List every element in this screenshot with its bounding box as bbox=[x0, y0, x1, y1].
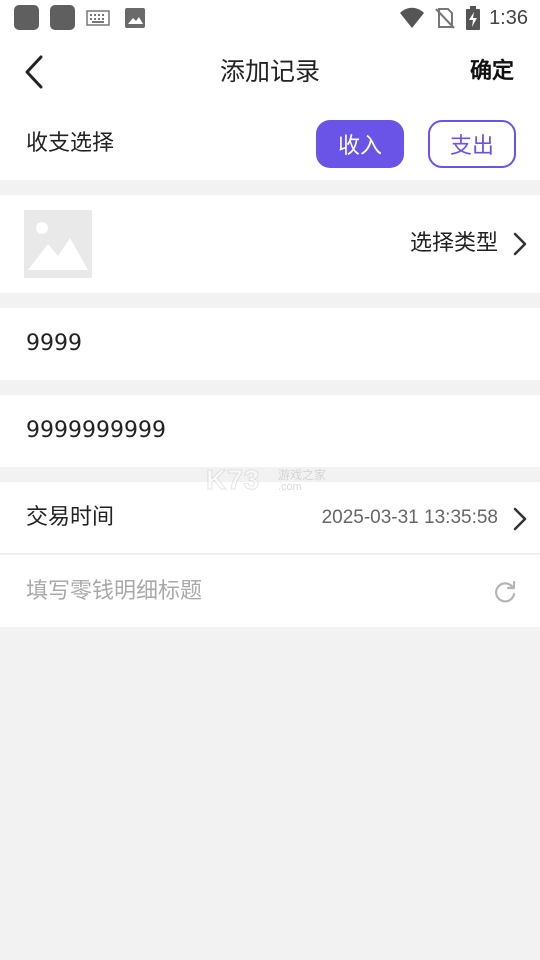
chevron-right-icon bbox=[513, 507, 527, 531]
chevron-left-icon bbox=[25, 55, 43, 89]
confirm-button[interactable]: 确定 bbox=[470, 36, 514, 108]
wifi-icon bbox=[400, 7, 425, 28]
note-value: 9999999999 bbox=[26, 418, 166, 443]
status-bar: 1:36 bbox=[0, 0, 540, 36]
watermark-logo: K73 游戏之家 .com bbox=[205, 464, 327, 496]
back-button[interactable] bbox=[14, 50, 54, 94]
amount-value: 9999 bbox=[26, 331, 82, 356]
keyboard-icon bbox=[86, 10, 110, 26]
title-row bbox=[0, 555, 540, 627]
title-input[interactable] bbox=[26, 555, 466, 627]
app-notification-icon bbox=[50, 5, 75, 30]
nav-bar: 添加记录 确定 bbox=[0, 36, 540, 108]
battery-charging-icon bbox=[466, 6, 481, 30]
app-notification-icon bbox=[14, 5, 39, 30]
income-expense-label: 收支选择 bbox=[26, 131, 115, 156]
transaction-time-label: 交易时间 bbox=[26, 505, 115, 530]
note-field[interactable]: 9999999999 bbox=[0, 395, 540, 467]
no-sim-icon bbox=[435, 8, 455, 29]
select-type-label: 选择类型 bbox=[409, 231, 498, 256]
income-button[interactable]: 收入 bbox=[316, 120, 404, 168]
amount-field[interactable]: 9999 bbox=[0, 308, 540, 380]
transaction-time-value: 2025-03-31 13:35:58 bbox=[321, 507, 498, 528]
expense-button[interactable]: 支出 bbox=[428, 120, 516, 168]
income-expense-row: 收支选择 收入 支出 bbox=[0, 108, 540, 180]
image-placeholder-icon bbox=[24, 210, 92, 278]
refresh-icon[interactable] bbox=[492, 579, 518, 605]
chevron-right-icon bbox=[513, 232, 527, 256]
category-select-row[interactable]: 选择类型 bbox=[0, 195, 540, 293]
status-time: 1:36 bbox=[489, 6, 528, 29]
page-title: 添加记录 bbox=[219, 57, 320, 86]
image-icon bbox=[125, 8, 145, 28]
